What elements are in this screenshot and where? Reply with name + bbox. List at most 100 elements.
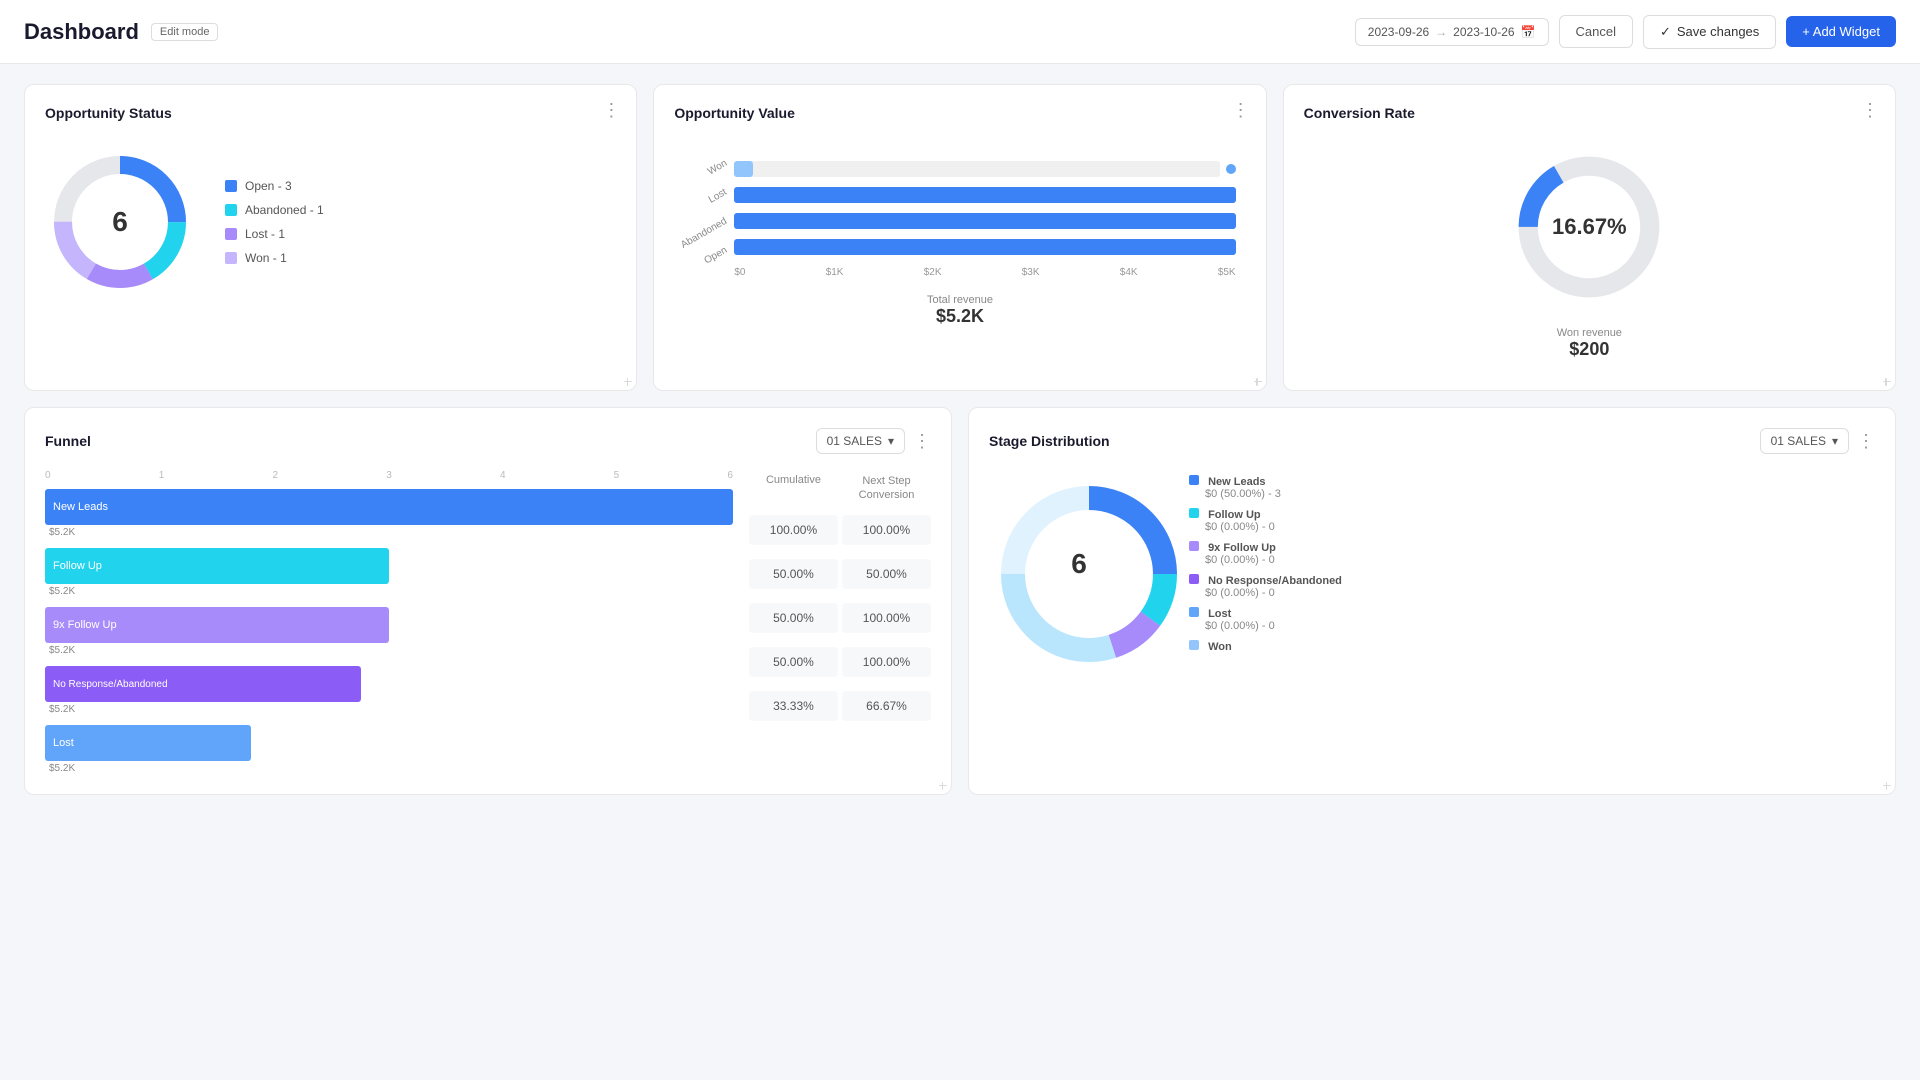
funnel-bar-lost: Lost $5.2K — [45, 725, 733, 774]
opportunity-status-menu-icon[interactable]: ⋮ — [602, 101, 620, 119]
stage-distribution-title: Stage Distribution — [989, 433, 1110, 449]
table-row: 100.00% 100.00% — [749, 515, 931, 545]
stage-pipeline-dropdown[interactable]: 01 SALES ▾ — [1760, 428, 1849, 454]
checkmark-icon: ✓ — [1660, 24, 1671, 40]
conversion-donut: 16.67% — [1509, 147, 1669, 307]
funnel-bar-follow-up: Follow Up $5.2K — [45, 548, 733, 597]
stage-legend: New Leads $0 (50.00%) - 3 Follow Up $0 (… — [1189, 475, 1342, 653]
bar-row-won — [734, 161, 1235, 177]
legend-dot-new-leads — [1189, 475, 1199, 485]
date-arrow-icon: → — [1435, 25, 1447, 39]
legend-dot-won — [1189, 640, 1199, 650]
date-start: 2023-09-26 — [1368, 25, 1429, 39]
page-title: Dashboard — [24, 19, 139, 45]
funnel-bar-no-response: No Response/Abandoned $5.2K — [45, 666, 733, 715]
chart-footer: Total revenue $5.2K — [674, 294, 1245, 327]
table-row: 50.00% 100.00% — [749, 603, 931, 633]
chevron-down-icon: ▾ — [1832, 434, 1838, 448]
date-range-picker[interactable]: 2023-09-26 → 2023-10-26 📅 — [1355, 18, 1549, 46]
funnel-bar-9x-follow-up: 9x Follow Up $5.2K — [45, 607, 733, 656]
edit-mode-badge[interactable]: Edit mode — [151, 23, 219, 41]
stage-legend-9x-follow-up: 9x Follow Up $0 (0.00%) - 0 — [1189, 541, 1342, 566]
funnel-table: Cumulative Next Step Conversion 100.00% … — [749, 470, 931, 774]
stage-legend-won: Won — [1189, 640, 1342, 653]
opportunity-value-widget: Opportunity Value ⋮ Won Lost Abandoned O… — [653, 84, 1266, 391]
status-legend: Open - 3 Abandoned - 1 Lost - 1 Won - 1 — [225, 179, 324, 265]
table-row: 50.00% 100.00% — [749, 647, 931, 677]
bar-row-abandoned — [734, 213, 1235, 229]
chevron-down-icon: ▾ — [888, 434, 894, 448]
header-actions: 2023-09-26 → 2023-10-26 📅 Cancel ✓ Save … — [1355, 15, 1896, 49]
funnel-menu-icon[interactable]: ⋮ — [913, 432, 931, 450]
conversion-center-value: 16.67% — [1552, 214, 1627, 240]
total-revenue-label: Total revenue — [674, 294, 1245, 306]
resize-handle[interactable] — [1252, 376, 1262, 386]
top-widgets-row: Opportunity Status ⋮ 6 — [24, 84, 1896, 391]
legend-dot-lost — [225, 228, 237, 240]
stage-distribution-widget: Stage Distribution 01 SALES ▾ ⋮ — [968, 407, 1896, 795]
next-step-header: Next Step Conversion — [842, 470, 931, 507]
stage-header: Stage Distribution 01 SALES ▾ ⋮ — [989, 428, 1875, 454]
date-end: 2023-10-26 — [1453, 25, 1514, 39]
legend-dot-follow-up — [1189, 508, 1199, 518]
status-center-value: 6 — [112, 206, 128, 238]
stage-center-value: 6 — [1071, 548, 1087, 580]
funnel-body: 0123456 New Leads $5.2K — [45, 470, 931, 774]
conversion-rate-title: Conversion Rate — [1304, 105, 1875, 121]
resize-handle[interactable] — [1881, 376, 1891, 386]
legend-item-lost: Lost - 1 — [225, 227, 324, 241]
stage-body: 6 New Leads $0 (50.00%) - 3 Follow Up $0… — [989, 474, 1875, 654]
cumulative-header: Cumulative — [749, 470, 838, 507]
conversion-rate-widget: Conversion Rate ⋮ 16.67% Won revenue $20… — [1283, 84, 1896, 391]
total-revenue-value: $5.2K — [674, 306, 1245, 327]
calendar-icon: 📅 — [1521, 25, 1536, 39]
funnel-title: Funnel — [45, 433, 91, 449]
legend-dot-9x-follow-up — [1189, 541, 1199, 551]
cancel-button[interactable]: Cancel — [1559, 15, 1633, 48]
save-button[interactable]: ✓ Save changes — [1643, 15, 1776, 49]
won-dot — [1226, 164, 1236, 174]
won-revenue-label: Won revenue — [1557, 327, 1622, 339]
stage-legend-follow-up: Follow Up $0 (0.00%) - 0 — [1189, 508, 1342, 533]
stage-legend-new-leads: New Leads $0 (50.00%) - 3 — [1189, 475, 1342, 500]
conversion-content: 16.67% Won revenue $200 — [1304, 137, 1875, 370]
funnel-bars: New Leads $5.2K Follow Up — [45, 489, 733, 774]
funnel-pipeline-dropdown[interactable]: 01 SALES ▾ — [816, 428, 905, 454]
resize-handle[interactable] — [622, 376, 632, 386]
status-donut: 6 — [45, 147, 195, 297]
legend-item-open: Open - 3 — [225, 179, 324, 193]
opportunity-value-title: Opportunity Value — [674, 105, 1245, 121]
table-row: 33.33% 66.67% — [749, 691, 931, 721]
funnel-widget: Funnel 01 SALES ▾ ⋮ 0123456 — [24, 407, 952, 795]
legend-dot-no-response — [1189, 574, 1199, 584]
stage-legend-lost: Lost $0 (0.00%) - 0 — [1189, 607, 1342, 632]
funnel-bar-new-leads: New Leads $5.2K — [45, 489, 733, 538]
conversion-footer: Won revenue $200 — [1557, 327, 1622, 360]
legend-item-won: Won - 1 — [225, 251, 324, 265]
x-axis: $0 $1K $2K $3K $4K $5K — [674, 267, 1235, 278]
main-content: Opportunity Status ⋮ 6 — [0, 64, 1920, 831]
legend-dot-abandoned — [225, 204, 237, 216]
funnel-axis: 0123456 — [45, 470, 733, 481]
resize-handle[interactable] — [1881, 780, 1891, 790]
bar-label-open: Open — [702, 245, 729, 267]
status-content: 6 Open - 3 Abandoned - 1 Lost - 1 — [45, 137, 616, 307]
opportunity-status-widget: Opportunity Status ⋮ 6 — [24, 84, 637, 391]
resize-handle[interactable] — [937, 780, 947, 790]
funnel-table-rows: 100.00% 100.00% 50.00% 50.00% 50.00% 100… — [749, 515, 931, 721]
legend-dot-open — [225, 180, 237, 192]
opportunity-status-title: Opportunity Status — [45, 105, 616, 121]
funnel-bar-chart: 0123456 New Leads $5.2K — [45, 470, 733, 774]
opportunity-value-menu-icon[interactable]: ⋮ — [1232, 101, 1250, 119]
add-widget-button[interactable]: + Add Widget — [1786, 16, 1896, 47]
legend-item-abandoned: Abandoned - 1 — [225, 203, 324, 217]
bar-row-open — [734, 239, 1235, 255]
conversion-rate-menu-icon[interactable]: ⋮ — [1861, 101, 1879, 119]
bar-label-won: Won — [706, 158, 729, 178]
stage-donut-svg — [989, 474, 1189, 674]
legend-dot-lost — [1189, 607, 1199, 617]
bar-label-lost: Lost — [707, 187, 729, 206]
legend-dot-won — [225, 252, 237, 264]
won-revenue-value: $200 — [1557, 339, 1622, 360]
stage-menu-icon[interactable]: ⋮ — [1857, 432, 1875, 450]
